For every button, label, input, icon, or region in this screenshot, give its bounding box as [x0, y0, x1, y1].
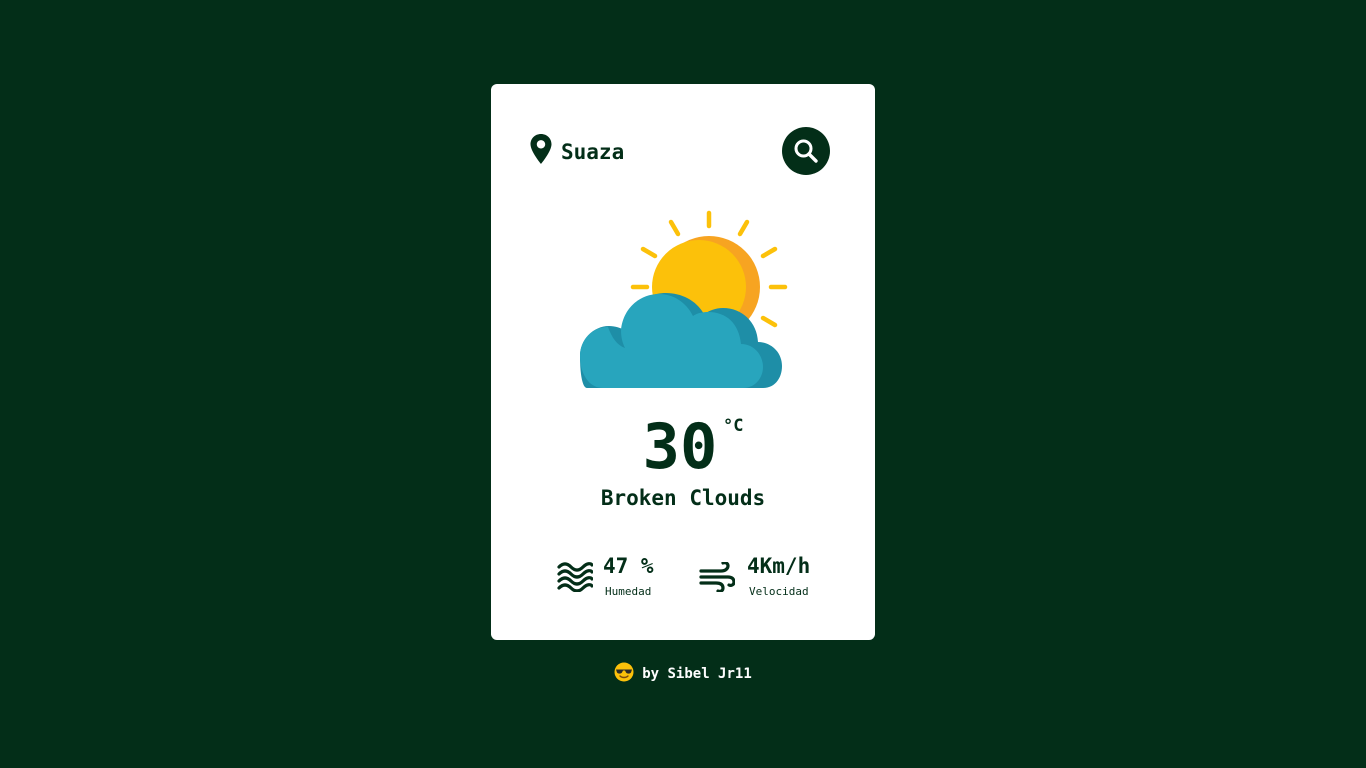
- temperature-unit: °C: [723, 416, 744, 436]
- location-pin-icon: [530, 134, 552, 164]
- wind-stat: 4Km/h Velocidad: [699, 554, 843, 602]
- waves-icon: [557, 562, 593, 592]
- weather-description: Broken Clouds: [600, 486, 766, 510]
- sun-behind-cloud-icon: [580, 210, 788, 388]
- footer-credit: by Sibel Jr11: [0, 662, 1366, 682]
- city-search-input[interactable]: [561, 135, 761, 169]
- humidity-label: Humedad: [605, 585, 652, 598]
- footer-text: by Sibel Jr11: [642, 666, 752, 682]
- wind-label: Velocidad: [749, 585, 809, 598]
- wind-value: 4Km/h: [747, 554, 811, 578]
- search-bar: [529, 127, 830, 175]
- temperature-value: 30: [642, 410, 718, 483]
- sunglasses-face-icon: [614, 662, 634, 682]
- wind-icon: [699, 562, 735, 592]
- humidity-value: 47 %: [603, 554, 654, 578]
- humidity-stat: 47 % Humedad: [557, 554, 697, 602]
- search-button[interactable]: [782, 127, 830, 175]
- weather-card: 30 °C Broken Clouds 47 % Humedad 4Km/h V…: [491, 84, 875, 640]
- search-icon: [794, 139, 818, 163]
- temperature-display: 30 °C: [491, 412, 875, 482]
